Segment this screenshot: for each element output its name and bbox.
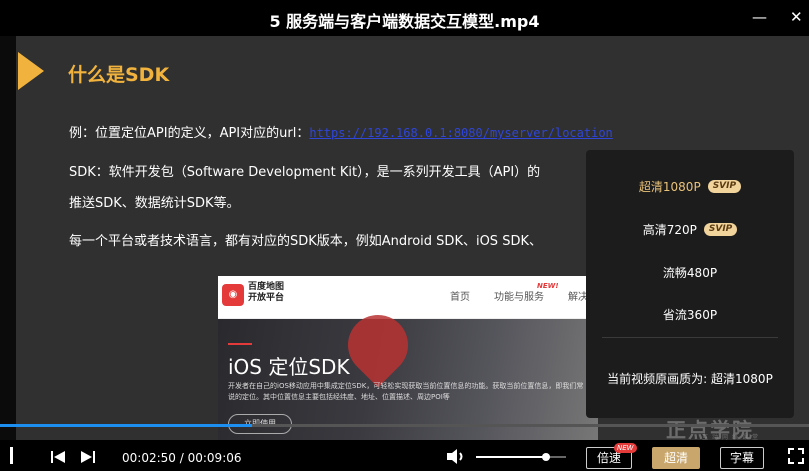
volume-fill — [476, 456, 547, 458]
quality-option-label: 超清1080P — [638, 179, 701, 194]
quality-button[interactable]: 超清 — [652, 447, 700, 469]
quality-divider — [602, 337, 778, 338]
quality-menu: 超清1080P SVIP 高清720P SVIP 流畅480P 省流360P 当… — [586, 150, 794, 418]
svip-badge: SVIP — [703, 222, 738, 236]
embedded-new-tag: NEW! — [537, 282, 559, 290]
speed-new-badge: NEW — [614, 443, 637, 453]
slide-line-3: 推送SDK、数据统计SDK等。 — [69, 196, 240, 211]
embedded-hero: iOS 定位SDK 开发者在自己的iOS移动应用中集成定位SDK，可轻松实现获取… — [218, 302, 598, 440]
time-total: 00:09:06 — [187, 451, 242, 465]
skip-next-icon[interactable] — [80, 449, 96, 468]
svip-badge: SVIP — [707, 179, 742, 193]
quality-option-label: 高清720P — [642, 222, 697, 237]
embedded-logo-text: 百度地图 开放平台 — [248, 282, 284, 304]
quality-status: 当前视频原画质为: 超清1080P — [607, 372, 773, 386]
progress-fill — [0, 424, 252, 427]
quality-option-480p[interactable]: 流畅480P — [586, 261, 794, 283]
title-bar: 5 服务端与客户端数据交互模型.mp4 — ✕ — [0, 0, 809, 36]
slide-line-1-text: 例：位置定位API的定义，API对应的url： — [69, 126, 310, 141]
hero-accent-line — [228, 343, 252, 345]
skip-previous-icon[interactable] — [50, 449, 66, 468]
time-current: 00:02:50 — [122, 451, 176, 465]
video-area[interactable]: 什么是SDK 例：位置定位API的定义，API对应的url：https://19… — [0, 0, 809, 440]
embedded-hero-heading: iOS 定位SDK — [228, 355, 350, 379]
quality-option-720p[interactable]: 高清720P SVIP — [586, 218, 794, 240]
slide-line-4: 每一个平台或者技术语言，都有对应的SDK版本，例如Android SDK、iOS… — [69, 234, 542, 249]
embedded-nav-solutions: 解决 — [568, 292, 588, 303]
slide-url-link[interactable]: https://192.168.0.1:8080/myserver/locati… — [309, 126, 612, 140]
video-title: 5 服务端与客户端数据交互模型.mp4 — [269, 12, 540, 31]
subtitle-button[interactable]: 字幕 — [720, 447, 764, 469]
quality-option-1080p[interactable]: 超清1080P SVIP — [586, 175, 794, 197]
logo-line-1: 百度地图 — [248, 282, 285, 292]
quality-option-360p[interactable]: 省流360P — [586, 303, 794, 325]
embedded-hero-description: 开发者在自己的iOS移动应用中集成定位SDK，可轻松实现获取当前位置信息的功能。… — [228, 382, 584, 401]
embedded-screenshot: ◉ 百度地图 开放平台 首页 功能与服务 解决 NEW! iOS 定位SDK 开… — [218, 276, 598, 440]
close-icon[interactable]: ✕ — [790, 8, 803, 26]
slide-line-2: SDK：软件开发包（Software Development Kit），是一系列… — [69, 165, 541, 180]
fullscreen-icon[interactable] — [788, 448, 804, 468]
quality-option-label: 流畅480P — [662, 265, 718, 280]
embedded-nav-home: 首页 — [450, 292, 470, 303]
embedded-nav: ◉ 百度地图 开放平台 首页 功能与服务 解决 NEW! — [218, 276, 598, 319]
left-edge — [0, 0, 16, 440]
embedded-nav-features: 功能与服务 — [494, 292, 544, 303]
slide-line-1: 例：位置定位API的定义，API对应的url：https://192.168.0… — [69, 122, 613, 141]
heading-arrow-icon — [18, 52, 44, 90]
logo-line-2: 开放平台 — [248, 293, 285, 303]
watermark-sub: 互动网络课堂 — [702, 434, 763, 440]
time-separator: / — [179, 451, 184, 465]
quality-option-label: 省流360P — [662, 307, 718, 322]
minimize-icon[interactable]: — — [752, 8, 767, 26]
volume-slider[interactable] — [476, 453, 566, 461]
cursor-marker — [10, 447, 13, 464]
slide-heading: 什么是SDK — [68, 64, 170, 86]
volume-icon[interactable] — [446, 448, 466, 469]
baidu-map-logo-icon: ◉ — [222, 284, 244, 306]
time-display: 00:02:50 / 00:09:06 — [122, 451, 242, 465]
progress-bar[interactable] — [0, 424, 809, 427]
